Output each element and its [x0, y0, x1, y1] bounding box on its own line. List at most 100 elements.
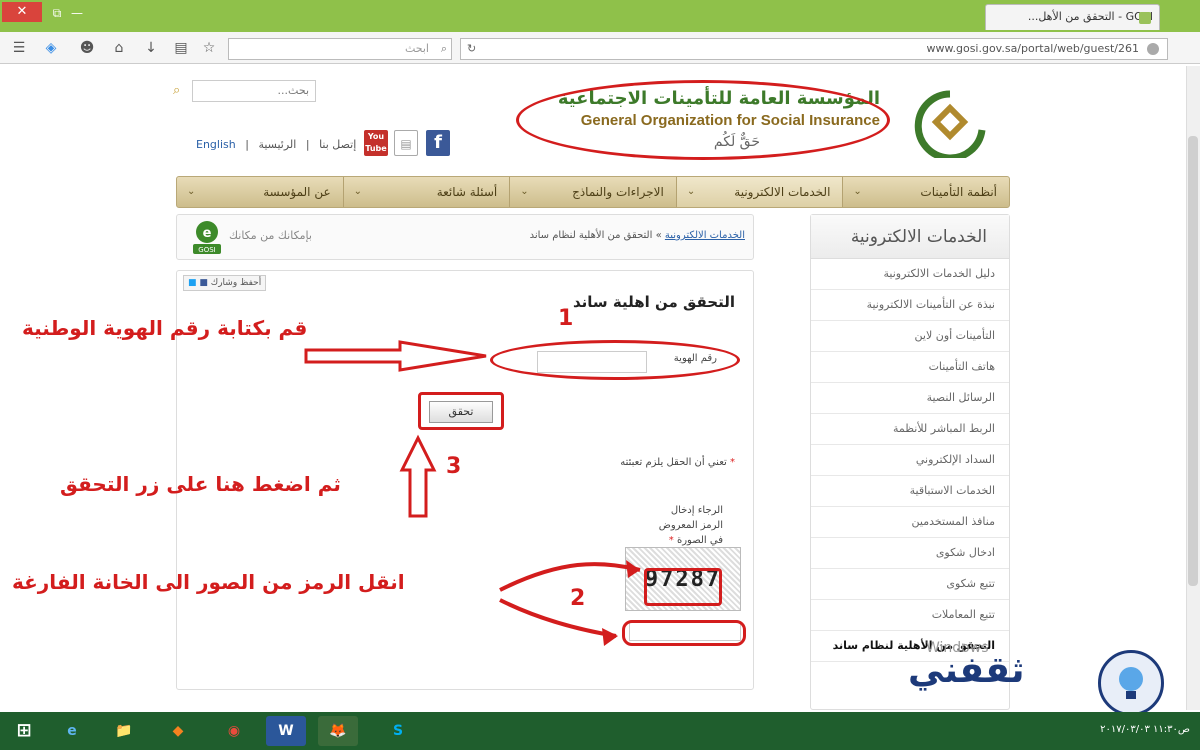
facebook-share-icon[interactable]: ■ — [199, 278, 208, 288]
sidebar-item-proactive-services[interactable]: الخدمات الاستباقية — [811, 476, 1009, 507]
chevron-down-icon: ⌄ — [353, 186, 363, 197]
step2-number: 2 — [570, 586, 586, 611]
chrome-icon[interactable]: ◉ — [214, 716, 254, 746]
sidebar-item-insurance-phone[interactable]: هاتف التأمينات — [811, 352, 1009, 383]
menu-icon[interactable]: ☰ — [10, 39, 28, 57]
sidebar-title: الخدمات الالكترونية — [811, 215, 1009, 259]
nav-e-services[interactable]: الخدمات الالكترونية ⌄ — [675, 177, 843, 207]
sidebar-item-submit-complaint[interactable]: ادخال شكوى — [811, 538, 1009, 569]
tab-favicon-icon — [1139, 12, 1151, 24]
watermark-logo-text: ثقفني — [908, 650, 1025, 691]
egosi-tagline: بإمكانك من مكانك — [229, 229, 312, 242]
browser-tab[interactable]: GOSI - التحقق من الأهل... — [985, 4, 1160, 30]
step1-number: 1 — [558, 306, 574, 331]
reload-icon[interactable]: ↻ — [467, 39, 476, 59]
site-search-input[interactable]: بحث... — [192, 80, 316, 102]
nav-about[interactable]: عن المؤسسة ⌄ — [177, 177, 343, 207]
browser-titlebar: ✕ ⧉ — + ✕ GOSI - التحقق من الأهل... — [0, 0, 1200, 32]
required-star: * — [730, 457, 735, 468]
site-search-icon[interactable]: ⌕ — [173, 83, 180, 98]
share-label: أحفظ وشارك — [210, 278, 262, 288]
sidebar-item-track-complaint[interactable]: تتبع شكوى — [811, 569, 1009, 600]
share-bar[interactable]: أحفظ وشارك ■ ■ — [183, 275, 267, 291]
sidebar: الخدمات الالكترونية دليل الخدمات الالكتر… — [810, 214, 1010, 710]
contact-link[interactable]: إتصل بنا — [319, 138, 356, 151]
file-explorer-icon[interactable]: 📁 — [104, 716, 144, 746]
breadcrumb: الخدمات الالكترونية » التحقق من الأهلية … — [530, 230, 745, 241]
sidebar-item-about-e-insurance[interactable]: نبذة عن التأمينات الالكترونية — [811, 290, 1009, 321]
chevron-down-icon: ⌄ — [853, 186, 862, 197]
logo-highlight-oval — [516, 80, 890, 160]
windows-start-icon[interactable]: ⊞ — [4, 716, 44, 746]
twitter-share-icon[interactable]: ■ — [188, 278, 197, 288]
nav-label: الخدمات الالكترونية — [734, 185, 831, 199]
english-link[interactable]: English — [196, 138, 236, 151]
svg-text:GOSI: GOSI — [198, 246, 215, 254]
skype-icon[interactable]: S — [378, 716, 418, 746]
clipboard-icon[interactable]: ▤ — [172, 39, 190, 57]
chevron-down-icon: ⌄ — [187, 186, 196, 197]
window-close-button[interactable]: ✕ — [2, 2, 42, 22]
scrollbar-thumb[interactable] — [1188, 136, 1198, 586]
word-icon[interactable]: W — [266, 716, 306, 746]
document-icon[interactable]: ▤ — [394, 130, 418, 156]
main-nav: أنظمة التأمينات ⌄ الخدمات الالكترونية ⌄ ال… — [176, 176, 1010, 208]
clock-date: ٢٠١٧/٠٣/٠٣ — [1100, 724, 1150, 735]
address-bar[interactable]: ↻ www.gosi.gov.sa/portal/web/guest/261 — [460, 38, 1168, 60]
clock-time: ص١١:٣٠ — [1153, 724, 1190, 735]
sidebar-item-track-transactions[interactable]: تتبع المعاملات — [811, 600, 1009, 631]
step1-instruction: قم بكتابة رقم الهوية الوطنية — [22, 316, 308, 340]
page-title: التحقق من اهلية ساند — [572, 293, 735, 311]
home-icon[interactable]: ⌂ — [110, 39, 128, 57]
nav-procedures-forms[interactable]: الاجراءات والنماذج ⌄ — [509, 177, 676, 207]
sidebar-item-sms[interactable]: الرسائل النصية — [811, 383, 1009, 414]
required-note: * تعني أن الحقل يلزم تعبئته — [620, 457, 735, 468]
id-field-highlight-oval — [490, 340, 740, 380]
site-identity-icon[interactable] — [1147, 43, 1159, 55]
lightbulb-icon — [1098, 650, 1164, 716]
bookmark-star-icon[interactable]: ☆ — [200, 39, 218, 57]
site-search-placeholder: بحث... — [277, 84, 309, 97]
taskbar: ⊞ e 📁 ◆ ◉ W 🦊 S ص١١:٣٠ ٢٠١٧/٠٣/٠٣ — [0, 712, 1200, 750]
nav-label: أنظمة التأمينات — [920, 185, 997, 199]
sidebar-item-user-outlets[interactable]: منافذ المستخدمين — [811, 507, 1009, 538]
nav-insurance-systems[interactable]: أنظمة التأمينات ⌄ — [842, 177, 1009, 207]
download-icon[interactable]: ↓ — [142, 39, 160, 57]
extension-icon[interactable]: ◈ — [42, 39, 60, 57]
firefox-icon[interactable]: 🦊 — [318, 716, 358, 746]
link-separator: | — [245, 138, 249, 151]
ie-icon[interactable]: e — [52, 716, 92, 746]
window-minimize-button[interactable]: — — [68, 4, 86, 22]
window-restore-icon[interactable]: ⧉ — [48, 4, 66, 22]
sidebar-item-e-payment[interactable]: السداد الإلكتروني — [811, 445, 1009, 476]
top-links: English | إتصل بنا | الرئيسية — [193, 138, 359, 151]
tab-title: GOSI - التحقق من الأهل... — [1027, 10, 1153, 23]
sidebar-item-insurance-online[interactable]: التأمينات أون لاين — [811, 321, 1009, 352]
captcha-label: الرجاء إدخال الرمز المعروض في الصورة * — [653, 503, 723, 548]
nav-label: عن المؤسسة — [263, 185, 331, 199]
sidebar-item-e-services-guide[interactable]: دليل الخدمات الالكترونية — [811, 259, 1009, 290]
nav-label: أسئلة شائعة — [436, 185, 498, 199]
facebook-icon[interactable]: f — [426, 130, 450, 156]
egosi-logo-icon[interactable]: e GOSI — [191, 219, 223, 255]
required-note-text: تعني أن الحقل يلزم تعبئته — [620, 457, 727, 468]
avast-icon[interactable]: ◆ — [158, 716, 198, 746]
breadcrumb-current: التحقق من الأهلية لنظام ساند — [529, 230, 653, 241]
sidebar-item-direct-link[interactable]: الربط المباشر للأنظمة — [811, 414, 1009, 445]
captcha-input-highlight-oval — [622, 620, 746, 646]
nav-faq[interactable]: أسئلة شائعة ⌄ — [342, 177, 510, 207]
breadcrumb-link-e-services[interactable]: الخدمات الالكترونية — [665, 230, 745, 241]
gosi-emblem-icon — [914, 90, 986, 158]
captcha-code-highlight — [644, 568, 722, 606]
page-scrollbar[interactable] — [1186, 66, 1200, 710]
system-clock[interactable]: ص١١:٣٠ ٢٠١٧/٠٣/٠٣ — [1100, 724, 1190, 735]
nav-label: الاجراءات والنماذج — [572, 185, 664, 199]
youtube-icon[interactable]: You Tube — [364, 130, 388, 156]
search-icon: ⌕ — [440, 42, 447, 55]
browser-search-input[interactable]: ابحث ⌕ — [228, 38, 452, 60]
chevron-down-icon: ⌄ — [520, 186, 529, 197]
home-link[interactable]: الرئيسية — [258, 138, 296, 151]
chat-icon[interactable]: ☻ — [78, 39, 96, 57]
step3-number: 3 — [446, 454, 462, 479]
link-separator: | — [305, 138, 310, 151]
